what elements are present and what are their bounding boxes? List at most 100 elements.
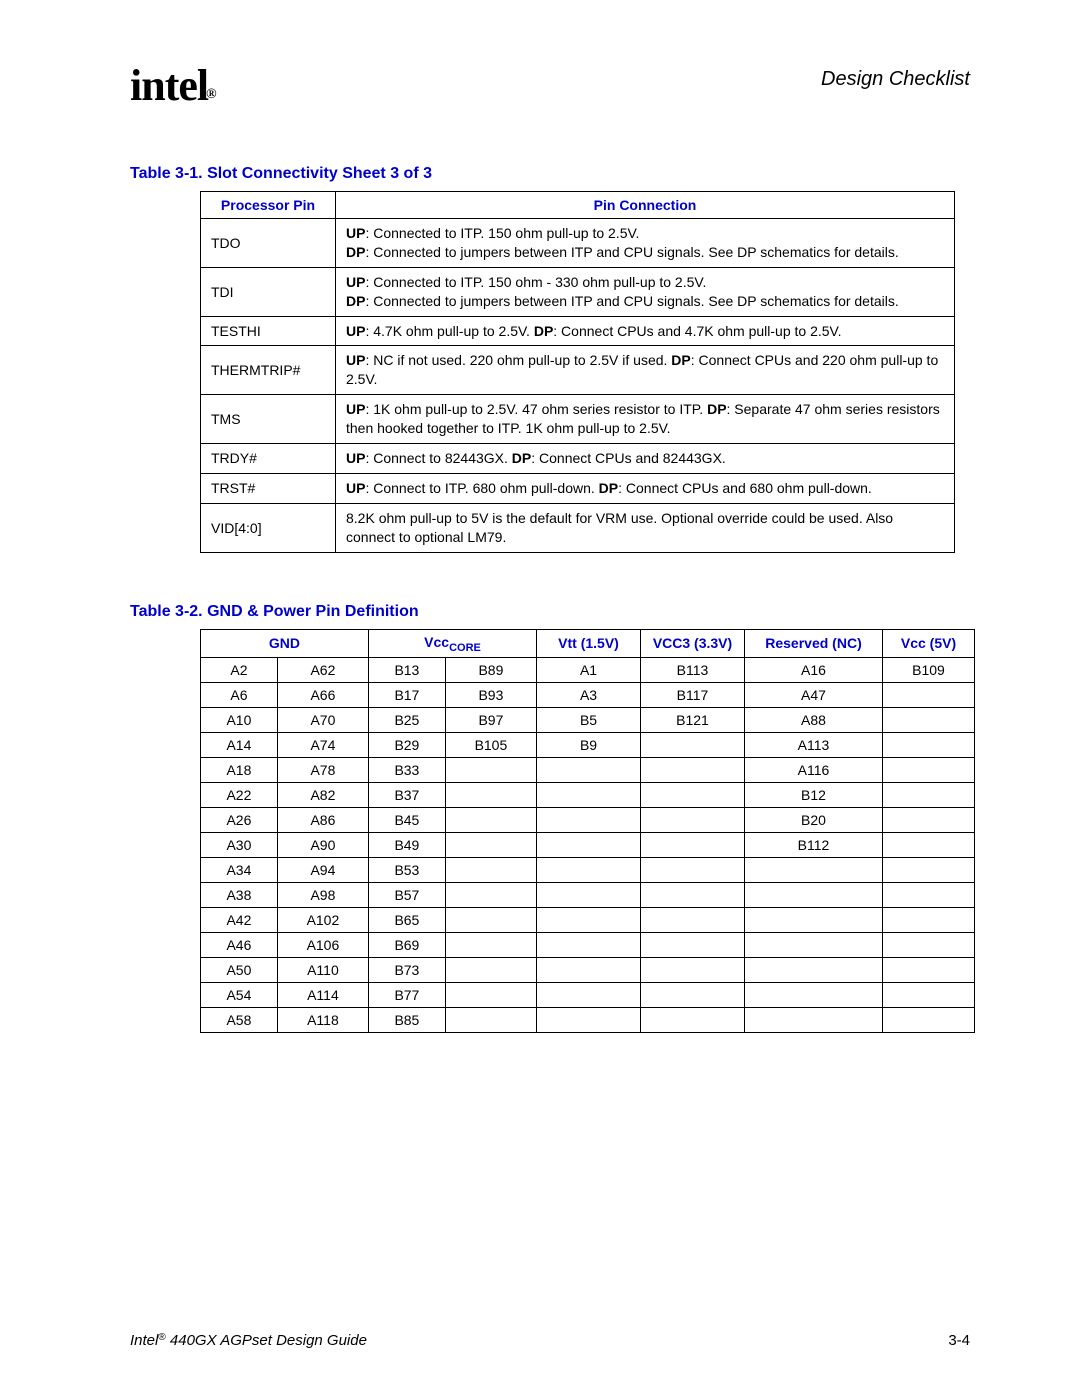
table-row: A46A106B69 [201,933,975,958]
pin-cell [883,958,975,983]
pin-cell: A18 [201,758,278,783]
pin-cell: B85 [368,1008,445,1033]
pin-cell: B37 [368,783,445,808]
footer-left: Intel® 440GX AGPset Design Guide [130,1332,367,1349]
pin-cell [883,708,975,733]
section-title: Design Checklist [821,68,970,91]
logo-text: intel [130,61,208,110]
pin-cell: A3 [537,683,641,708]
pin-cell: A42 [201,908,278,933]
pin-cell: B20 [745,808,883,833]
pin-cell: A90 [277,833,368,858]
pin-cell: B73 [368,958,445,983]
pin-cell: A58 [201,1008,278,1033]
table-row: A10A70B25B97B5B121A88 [201,708,975,733]
pin-cell: B49 [368,833,445,858]
pin-cell [883,883,975,908]
pin-cell: B121 [641,708,745,733]
table2-block: Table 3-2. GND & Power Pin Definition GN… [130,603,970,1034]
pin-cell: B12 [745,783,883,808]
pin-cell [641,833,745,858]
pin-cell: A62 [277,658,368,683]
pin-cell: B109 [883,658,975,683]
pin-cell: B53 [368,858,445,883]
table-row: TDIUP: Connected to ITP. 150 ohm - 330 o… [201,267,955,316]
table1: Processor Pin Pin Connection TDOUP: Conn… [200,191,955,553]
processor-pin-cell: TMS [201,395,336,444]
pin-cell: B97 [445,708,536,733]
pin-cell: A113 [745,733,883,758]
pin-cell: B69 [368,933,445,958]
table2-h-vcc5: Vcc (5V) [883,629,975,658]
pin-cell [745,908,883,933]
pin-cell: A22 [201,783,278,808]
table-row: VID[4:0]8.2K ohm pull-up to 5V is the de… [201,503,955,552]
pin-cell [745,883,883,908]
table-row: A50A110B73 [201,958,975,983]
pin-cell [445,933,536,958]
pin-cell [445,908,536,933]
pin-cell: A74 [277,733,368,758]
pin-connection-cell: UP: Connected to ITP. 150 ohm pull-up to… [336,219,955,268]
processor-pin-cell: TRDY# [201,444,336,474]
page: intel® Design Checklist Table 3-1. Slot … [0,0,1080,1033]
pin-cell: A98 [277,883,368,908]
pin-cell: B45 [368,808,445,833]
pin-cell: A94 [277,858,368,883]
table-row: A38A98B57 [201,883,975,908]
pin-cell: B57 [368,883,445,908]
pin-connection-cell: UP: Connect to 82443GX. DP: Connect CPUs… [336,444,955,474]
pin-cell [445,1008,536,1033]
table-row: TDOUP: Connected to ITP. 150 ohm pull-up… [201,219,955,268]
pin-cell: B25 [368,708,445,733]
pin-cell [445,883,536,908]
table2: GND VccCORE Vtt (1.5V) VCC3 (3.3V) Reser… [200,629,975,1034]
pin-connection-cell: 8.2K ohm pull-up to 5V is the default fo… [336,503,955,552]
table1-h0: Processor Pin [201,192,336,219]
table-row: A26A86B45B20 [201,808,975,833]
pin-cell [883,783,975,808]
pin-cell: A16 [745,658,883,683]
table1-block: Table 3-1. Slot Connectivity Sheet 3 of … [130,165,970,553]
pin-cell: B29 [368,733,445,758]
pin-cell: A70 [277,708,368,733]
pin-cell: A106 [277,933,368,958]
table1-header-row: Processor Pin Pin Connection [201,192,955,219]
pin-cell [641,983,745,1008]
pin-cell: A26 [201,808,278,833]
pin-cell [883,908,975,933]
pin-cell: A30 [201,833,278,858]
pin-cell [745,983,883,1008]
table-row: TMSUP: 1K ohm pull-up to 2.5V. 47 ohm se… [201,395,955,444]
pin-cell [883,933,975,958]
pin-cell [537,1008,641,1033]
table-row: A14A74B29B105B9A113 [201,733,975,758]
pin-cell: B9 [537,733,641,758]
pin-cell [883,858,975,883]
pin-cell [537,858,641,883]
processor-pin-cell: TDO [201,219,336,268]
pin-cell [445,983,536,1008]
pin-cell: A14 [201,733,278,758]
pin-cell: A2 [201,658,278,683]
pin-connection-cell: UP: Connected to ITP. 150 ohm - 330 ohm … [336,267,955,316]
pin-cell [641,933,745,958]
pin-connection-cell: UP: Connect to ITP. 680 ohm pull-down. D… [336,473,955,503]
pin-cell: A6 [201,683,278,708]
pin-cell [445,958,536,983]
processor-pin-cell: TESTHI [201,316,336,346]
pin-cell [641,1008,745,1033]
table2-h-vcc3: VCC3 (3.3V) [641,629,745,658]
pin-cell [537,758,641,783]
pin-cell: A46 [201,933,278,958]
pin-cell: A47 [745,683,883,708]
pin-cell: B33 [368,758,445,783]
table-row: A34A94B53 [201,858,975,883]
pin-cell: B117 [641,683,745,708]
pin-cell [641,908,745,933]
pin-cell [641,758,745,783]
table-row: A30A90B49B112 [201,833,975,858]
pin-cell [883,733,975,758]
pin-cell: A54 [201,983,278,1008]
table-row: THERMTRIP#UP: NC if not used. 220 ohm pu… [201,346,955,395]
